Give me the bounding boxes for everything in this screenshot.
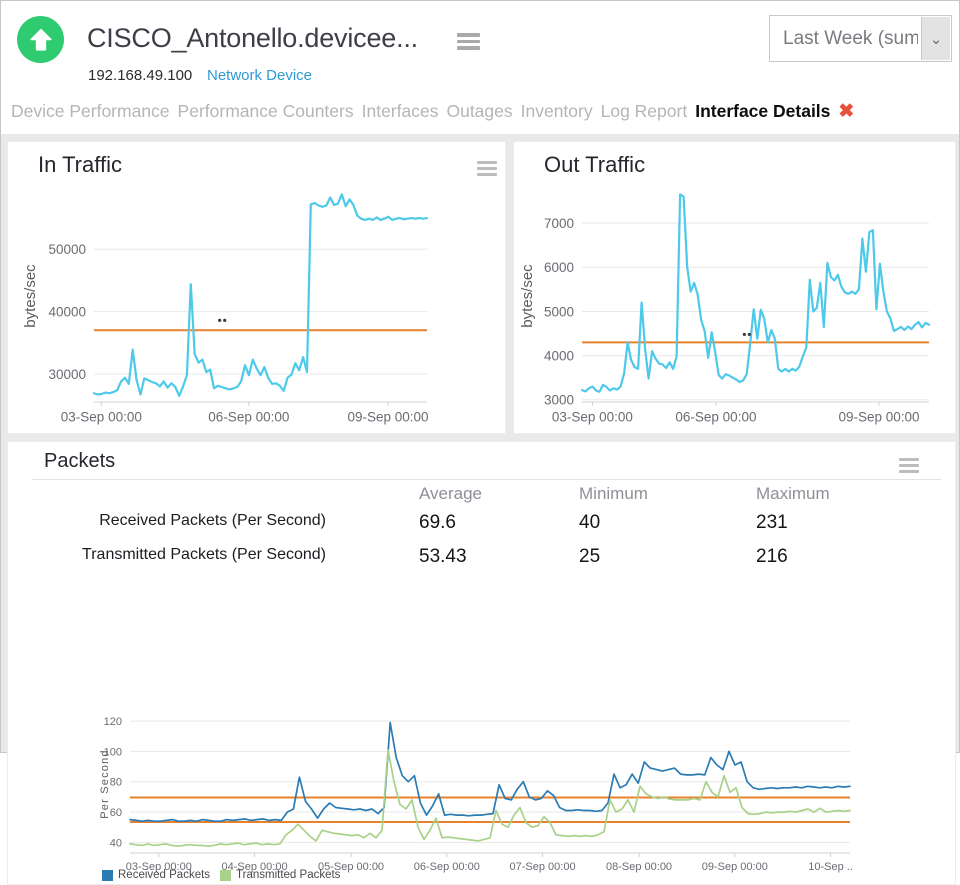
svg-text:03-Sep 00:00: 03-Sep 00:00 (552, 410, 633, 425)
page: CISCO_Antonello.devicee... 192.168.49.10… (0, 0, 960, 753)
device-menu-icon[interactable] (457, 33, 480, 53)
transmitted-minimum: 25 (579, 546, 600, 568)
row-label-received: Received Packets (Per Second) (32, 512, 326, 530)
svg-text:60: 60 (110, 807, 122, 819)
svg-text:10-Sep ..: 10-Sep .. (808, 861, 853, 873)
svg-text:06-Sep 00:00: 06-Sep 00:00 (208, 410, 289, 425)
in-traffic-chart[interactable]: 30000 40000 50000 03-Sep 00:00 06-Sep 00:00 0… (8, 182, 507, 434)
device-title: CISCO_Antonello.devicee... (87, 23, 418, 54)
tab-log-report[interactable]: Log Report (601, 101, 688, 121)
transmitted-packets-swatch-icon (220, 870, 231, 881)
in-traffic-title: In Traffic (38, 152, 122, 178)
col-header-average: Average (419, 484, 482, 504)
svg-text:5000: 5000 (544, 304, 574, 319)
out-traffic-panel: Out Traffic 3000 4000 5000 6000 7000 03-Sep 0… (513, 141, 956, 434)
out-traffic-title: Out Traffic (544, 152, 645, 178)
svg-text:06-Sep 00:00: 06-Sep 00:00 (675, 410, 756, 425)
legend-received-label: Received Packets (118, 869, 210, 881)
packets-title: Packets (44, 450, 115, 473)
svg-text:7000: 7000 (544, 216, 574, 231)
svg-text:09-Sep 00:00: 09-Sep 00:00 (702, 861, 768, 873)
col-header-minimum: Minimum (579, 484, 648, 504)
chevron-down-icon[interactable]: ⌄ (921, 17, 950, 60)
svg-text:bytes/sec: bytes/sec (22, 264, 39, 328)
received-packets-swatch-icon (102, 870, 113, 881)
device-ip: 192.168.49.100 (88, 67, 192, 84)
svg-text:120: 120 (104, 716, 122, 728)
device-type-link[interactable]: Network Device (207, 67, 312, 84)
out-traffic-chart[interactable]: 3000 4000 5000 6000 7000 03-Sep 00:00 06-Sep 0… (514, 182, 957, 434)
svg-text:6000: 6000 (544, 260, 574, 275)
packets-panel: Packets Average Minimum Maximum Received… (7, 441, 956, 885)
tab-outages[interactable]: Outages (446, 101, 512, 121)
row-label-transmitted: Transmitted Packets (Per Second) (32, 546, 326, 564)
svg-text:bytes/sec: bytes/sec (519, 264, 536, 328)
tab-bar: Device Performance Performance Counters In… (11, 100, 959, 123)
svg-text:06-Sep 00:00: 06-Sep 00:00 (414, 861, 480, 873)
svg-text:09-Sep 00:00: 09-Sep 00:00 (838, 410, 919, 425)
col-header-maximum: Maximum (756, 484, 830, 504)
svg-text:07-Sep 00:00: 07-Sep 00:00 (510, 861, 576, 873)
svg-text:40: 40 (110, 837, 122, 849)
tab-inventory[interactable]: Inventory (521, 101, 593, 121)
dashboard-area: In Traffic 30000 40000 50000 03-Sep 00:00 06… (1, 134, 959, 752)
svg-text:30000: 30000 (48, 367, 86, 382)
packets-legend: Received Packets Transmitted Packets (102, 869, 350, 881)
in-traffic-menu-icon[interactable] (477, 161, 497, 179)
tab-device-performance[interactable]: Device Performance (11, 101, 170, 121)
legend-transmitted-label: Transmitted Packets (236, 869, 340, 881)
svg-text:08-Sep 00:00: 08-Sep 00:00 (606, 861, 672, 873)
svg-text:3000: 3000 (544, 393, 574, 408)
tab-interfaces[interactable]: Interfaces (362, 101, 439, 121)
svg-text:40000: 40000 (48, 304, 86, 319)
time-period-value: Last Week (sum (770, 28, 918, 50)
packets-menu-icon[interactable] (899, 458, 919, 476)
svg-text:80: 80 (110, 777, 122, 789)
close-icon[interactable]: ✖ (838, 101, 854, 122)
svg-text:50000: 50000 (48, 242, 86, 257)
device-status-up-icon (17, 16, 64, 63)
packets-chart[interactable]: 40608010012003-Sep 00:0004-Sep 00:0005-S… (8, 707, 957, 873)
svg-text:4000: 4000 (544, 348, 574, 363)
in-traffic-panel: In Traffic 30000 40000 50000 03-Sep 00:00 06… (7, 141, 506, 434)
divider (32, 479, 941, 480)
received-minimum: 40 (579, 512, 600, 534)
tab-interface-details[interactable]: Interface Details (695, 101, 830, 121)
svg-text:Per Second: Per Second (99, 749, 111, 818)
time-period-select[interactable]: Last Week (sum ⌄ (769, 15, 952, 62)
received-average: 69.6 (419, 512, 456, 534)
transmitted-maximum: 216 (756, 546, 788, 568)
svg-text:09-Sep 00:00: 09-Sep 00:00 (347, 410, 428, 425)
up-arrow-icon (28, 27, 54, 53)
svg-text:03-Sep 00:00: 03-Sep 00:00 (61, 410, 142, 425)
tab-performance-counters[interactable]: Performance Counters (178, 101, 354, 121)
transmitted-average: 53.43 (419, 546, 467, 568)
received-maximum: 231 (756, 512, 788, 534)
